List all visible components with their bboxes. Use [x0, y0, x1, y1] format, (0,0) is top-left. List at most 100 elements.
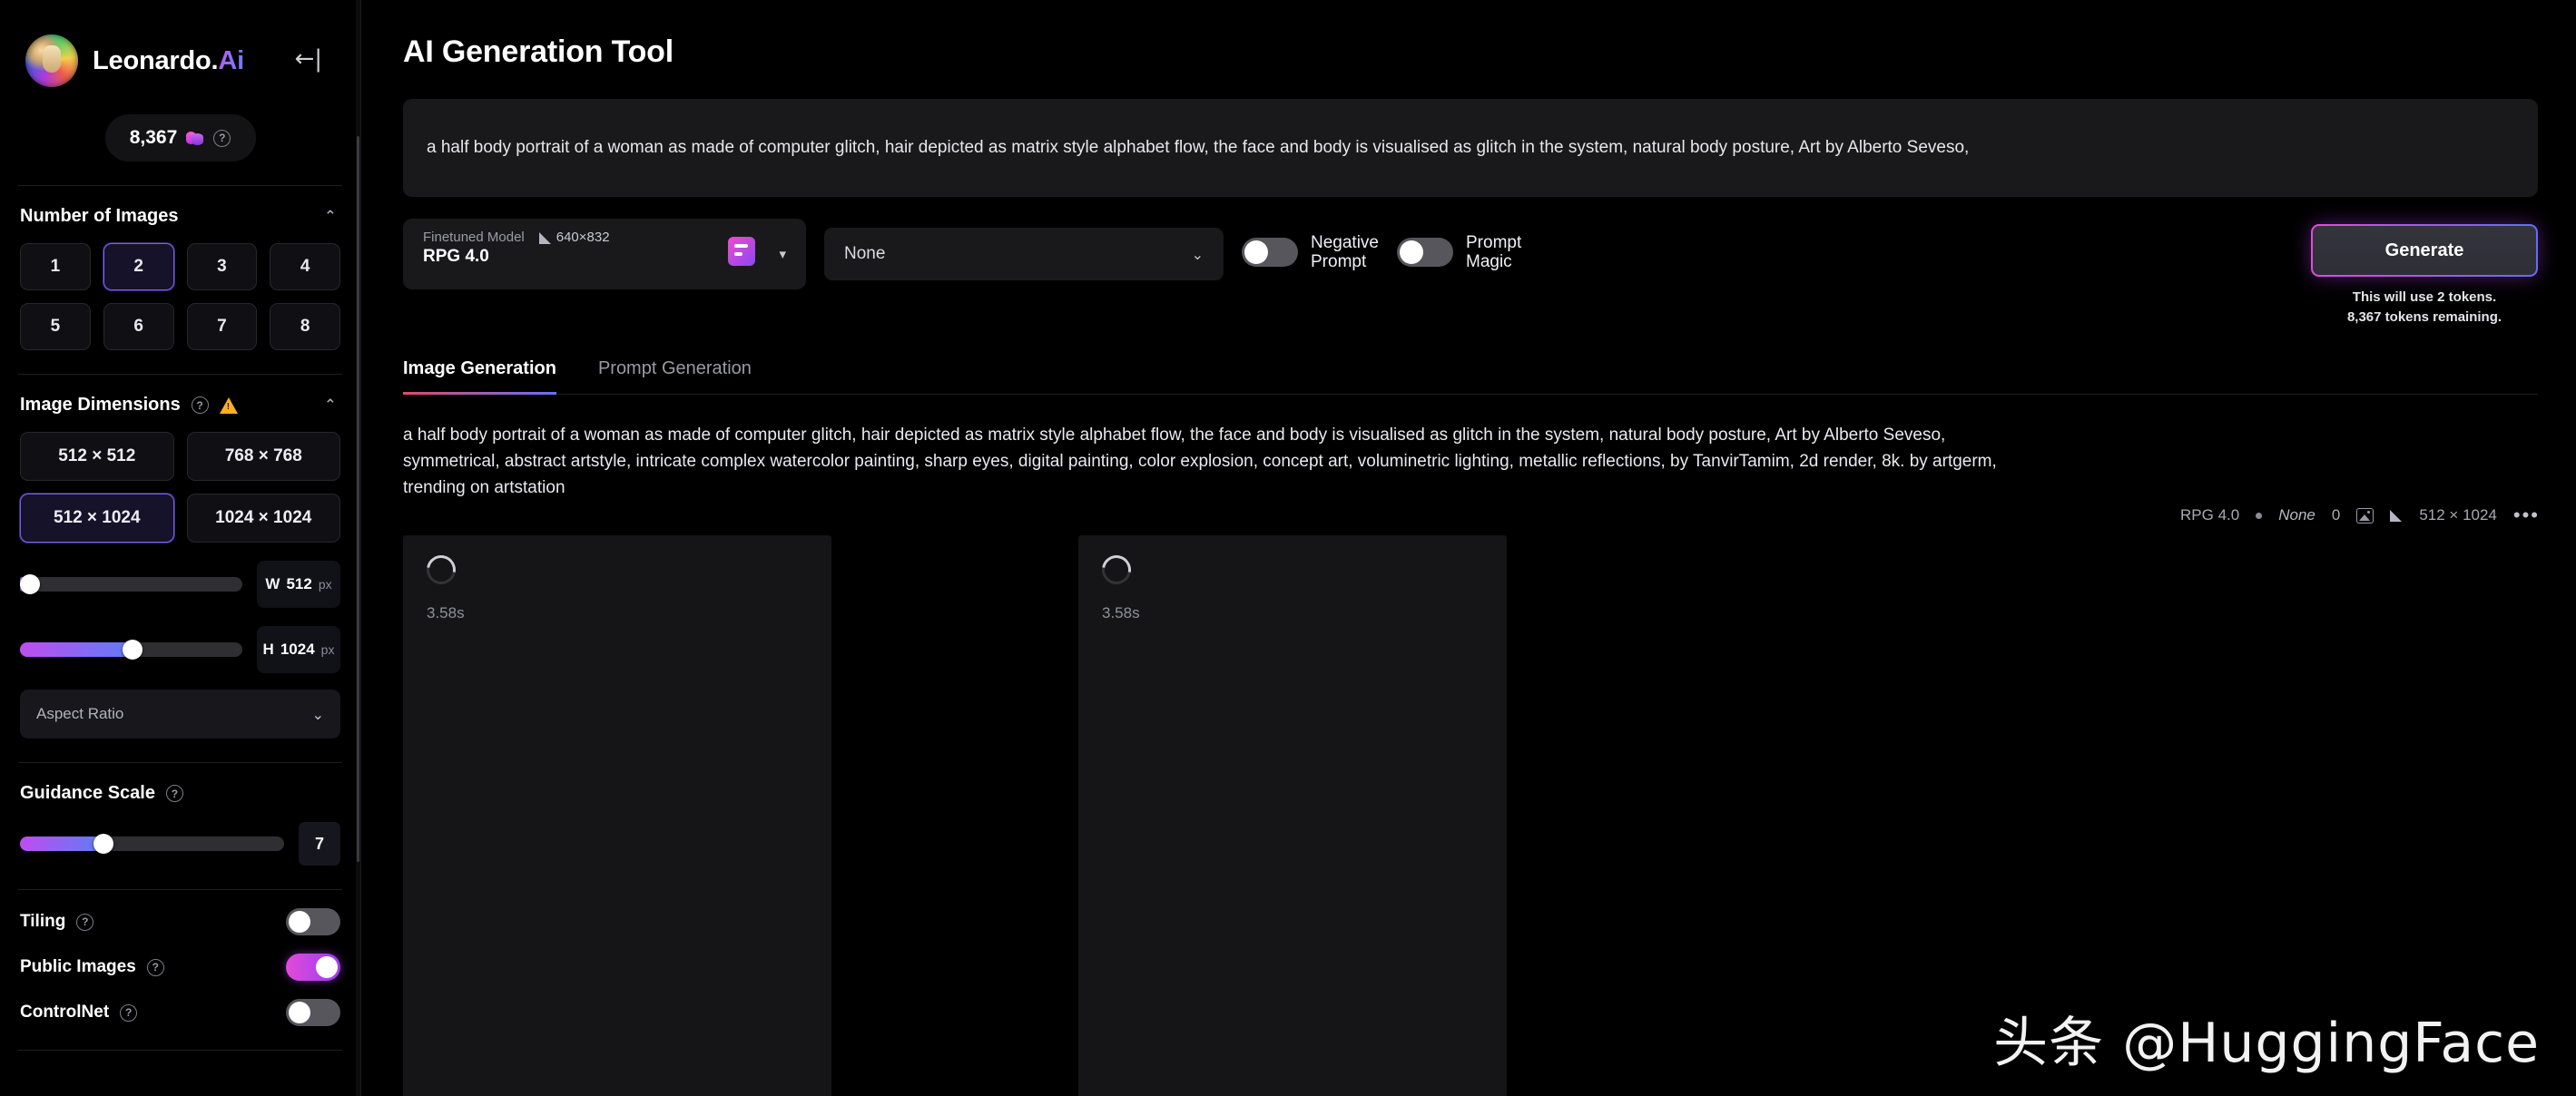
finetuned-model-label: Finetuned Model [423, 230, 525, 245]
prompt-magic-switch-group: Prompt Magic [1397, 233, 1521, 272]
negative-prompt-label-line1: Negative [1311, 233, 1379, 252]
more-dots-icon[interactable]: ••• [2513, 504, 2540, 527]
meta-separator-dot [2256, 512, 2263, 519]
aspect-ratio-select[interactable]: Aspect Ratio ⌄ [20, 690, 340, 739]
generate-note-line2: 8,367 tokens remaining. [2346, 308, 2502, 325]
prompt-input-value: a half body portrait of a woman as made … [427, 138, 1970, 157]
image-count-option-5[interactable]: 5 [20, 303, 91, 350]
result-card-2[interactable]: 3.58s [1078, 535, 1507, 1096]
width-slider-row: W 512 px [0, 543, 360, 608]
token-balance-pill[interactable]: 8,367 ? [104, 114, 256, 161]
negative-prompt-switch-group: Negative Prompt [1242, 233, 1379, 272]
public-images-label: Public Images [20, 957, 136, 976]
width-value: 512 [286, 575, 312, 592]
width-slider[interactable] [20, 574, 242, 594]
meta-model-name: RPG 4.0 [2180, 506, 2240, 524]
image-count-option-8[interactable]: 8 [270, 303, 340, 350]
app-root: Leonardo.Ai ←| 8,367 ? Number of Images … [0, 0, 2576, 1096]
guidance-scale-title: Guidance Scale [20, 783, 155, 803]
number-of-images-header[interactable]: Number of Images ⌃ [0, 186, 360, 227]
tab-image-generation[interactable]: Image Generation [403, 358, 556, 395]
meta-preset: None [2278, 506, 2315, 524]
height-slider[interactable] [20, 640, 242, 660]
brand-row: Leonardo.Ai ←| [0, 0, 360, 87]
generation-results: 3.58s 3.58s [403, 535, 1507, 1096]
guidance-scale-value[interactable]: 7 [299, 822, 340, 866]
controlnet-toggle[interactable] [286, 999, 340, 1026]
main-panel: AI Generation Tool a half body portrait … [361, 0, 2576, 1096]
guidance-scale-row: 7 [0, 804, 360, 866]
image-count-option-2[interactable]: 2 [103, 243, 174, 290]
guidance-scale-header: Guidance Scale ? [0, 763, 360, 804]
dimension-preset-512x1024[interactable]: 512 × 1024 [20, 494, 174, 543]
chevron-down-icon[interactable]: ⌄ [1192, 246, 1204, 263]
image-count-option-3[interactable]: 3 [186, 243, 258, 290]
question-mark-icon[interactable]: ? [120, 1003, 138, 1022]
question-mark-icon[interactable]: ? [165, 785, 183, 802]
dimension-preset-1024x1024[interactable]: 1024 × 1024 [186, 494, 340, 543]
chevron-up-icon[interactable]: ⌃ [324, 396, 337, 415]
meta-image-count: 0 [2331, 506, 2341, 524]
tab-bar: Image Generation Prompt Generation [403, 358, 2538, 395]
collapse-sidebar-icon[interactable]: ←| [294, 47, 322, 71]
public-images-toggle[interactable] [286, 954, 340, 981]
loading-spinner-icon [420, 549, 462, 591]
image-dimensions-header[interactable]: Image Dimensions ? ⌃ [0, 375, 360, 416]
height-input[interactable]: H 1024 px [257, 626, 340, 673]
question-mark-icon[interactable]: ? [213, 129, 231, 147]
generate-button[interactable]: Generate [2311, 224, 2538, 277]
preset-select-value: None [844, 244, 886, 263]
tab-prompt-generation[interactable]: Prompt Generation [598, 358, 752, 394]
image-count-option-6[interactable]: 6 [103, 303, 174, 350]
brand-title: Leonardo.Ai [93, 46, 244, 76]
image-dimensions-title: Image Dimensions [20, 395, 181, 415]
watermark: 头条 @HuggingFace [1993, 1012, 2540, 1075]
tiling-toggle[interactable] [286, 908, 340, 935]
dimension-preset-512x512[interactable]: 512 × 512 [20, 432, 174, 481]
prompt-magic-label-line1: Prompt [1466, 233, 1522, 252]
token-count: 8,367 [129, 127, 178, 148]
question-mark-icon[interactable]: ? [146, 958, 164, 976]
model-resolution: 640×832 [538, 230, 610, 245]
image-count-option-4[interactable]: 4 [270, 243, 340, 290]
preset-select[interactable]: None ⌄ [824, 228, 1224, 280]
result-elapsed-2: 3.58s [1102, 604, 1140, 621]
controls-row: Finetuned Model 640×832 RPG 4.0 ▾ None ⌄… [403, 219, 2538, 328]
width-input[interactable]: W 512 px [257, 561, 340, 608]
width-unit: px [318, 577, 332, 592]
guidance-scale-slider[interactable] [20, 834, 284, 854]
brand-name-text: Leonardo. [93, 45, 219, 75]
image-count-option-1[interactable]: 1 [20, 243, 91, 290]
number-of-images-grid: 1 2 3 4 5 6 7 8 [0, 227, 360, 350]
caret-down-icon[interactable]: ▾ [779, 246, 786, 262]
question-mark-icon[interactable]: ? [191, 396, 209, 414]
generate-note: This will use 2 tokens. 8,367 tokens rem… [2311, 288, 2538, 328]
aspect-ratio-placeholder: Aspect Ratio [36, 705, 124, 722]
prompt-input[interactable]: a half body portrait of a woman as made … [403, 99, 2538, 197]
aspect-triangle-icon [2390, 509, 2403, 522]
sidebar-scrollbar-track[interactable] [356, 0, 360, 1096]
aspect-triangle-icon [538, 231, 552, 244]
negative-prompt-label-line2: Prompt [1311, 252, 1367, 272]
height-value: 1024 [280, 641, 315, 658]
meta-dimensions: 512 × 1024 [2419, 506, 2497, 524]
loading-spinner-icon [1096, 549, 1137, 591]
result-card-1[interactable]: 3.58s [403, 535, 831, 1096]
chevron-down-icon[interactable]: ⌄ [312, 706, 324, 723]
sidebar-scrollbar-thumb[interactable] [357, 136, 359, 862]
finetuned-model-selector[interactable]: Finetuned Model 640×832 RPG 4.0 ▾ [403, 219, 806, 289]
negative-prompt-toggle[interactable] [1242, 238, 1298, 268]
sidebar: Leonardo.Ai ←| 8,367 ? Number of Images … [0, 0, 361, 1096]
brand-ai-text: Ai [218, 45, 244, 75]
public-images-row: Public Images ? [0, 935, 360, 981]
dimension-preset-768x768[interactable]: 768 × 768 [186, 432, 340, 481]
model-thumbnail-icon [728, 237, 755, 266]
chevron-up-icon[interactable]: ⌃ [324, 208, 337, 226]
height-label: H [262, 641, 274, 658]
prompt-magic-label-line2: Magic [1466, 252, 1512, 272]
image-dimensions-presets: 512 × 512 768 × 768 512 × 1024 1024 × 10… [0, 416, 360, 543]
question-mark-icon[interactable]: ? [76, 913, 94, 931]
image-count-option-7[interactable]: 7 [186, 303, 258, 350]
prompt-magic-toggle[interactable] [1397, 238, 1453, 268]
tiling-label: Tiling [20, 912, 66, 931]
